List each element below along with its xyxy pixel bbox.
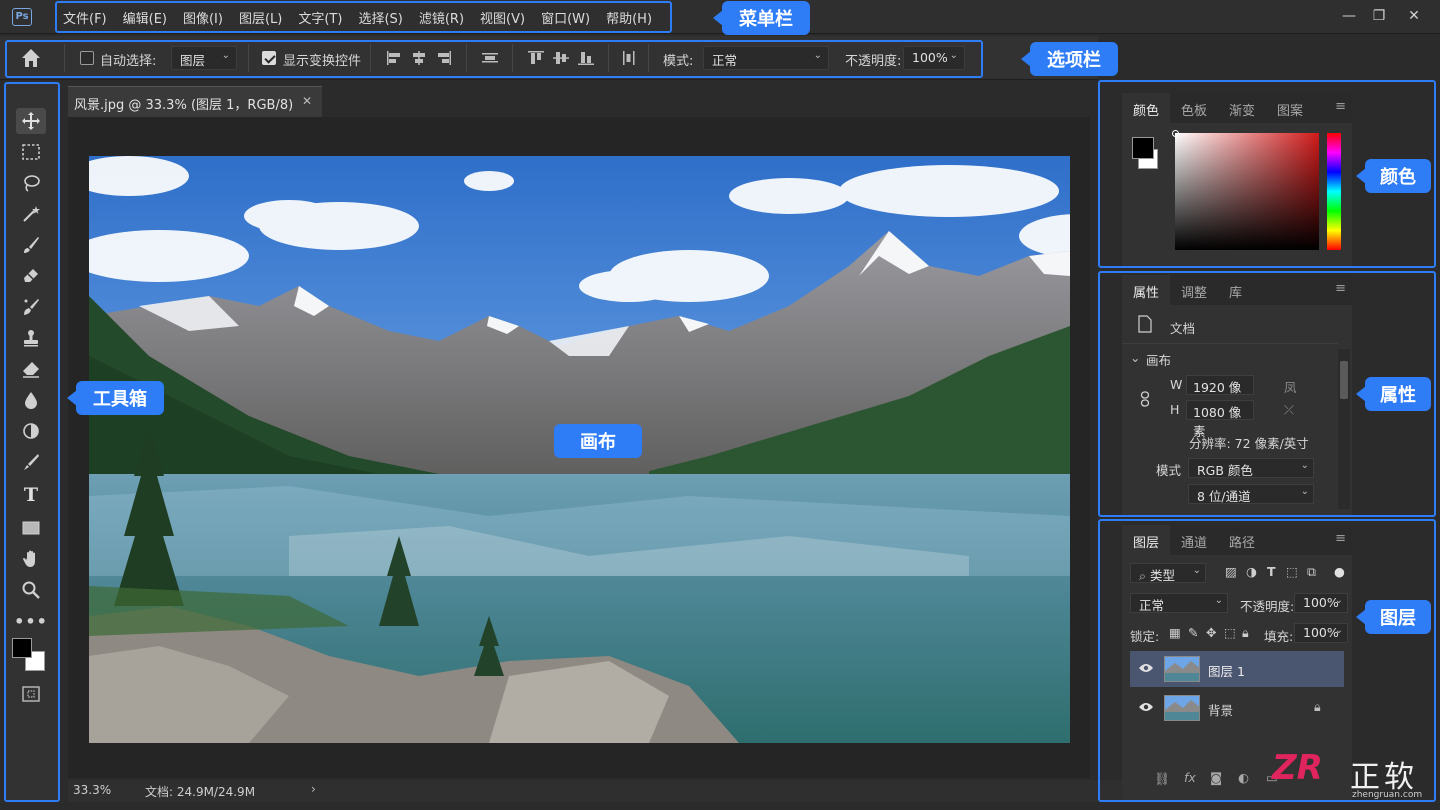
watermark-url: zhengruan.com bbox=[1352, 790, 1423, 800]
minimize-button[interactable]: — bbox=[1332, 4, 1366, 28]
chevron-right-icon[interactable]: › bbox=[311, 782, 316, 796]
toolbox-callout: 工具箱 bbox=[67, 381, 164, 415]
menubar-highlight-frame bbox=[55, 1, 672, 33]
optionsbar-callout: 选项栏 bbox=[1021, 42, 1118, 76]
zoom-level[interactable]: 33.3% bbox=[73, 783, 111, 797]
document-tab-title: 风景.jpg @ 33.3% (图层 1，RGB/8) bbox=[74, 98, 294, 113]
menubar-callout: 菜单栏 bbox=[713, 1, 810, 35]
document-size: 文档: 24.9M/24.9M bbox=[145, 785, 256, 799]
close-tab-icon[interactable]: ✕ bbox=[302, 94, 312, 108]
layers-callout: 图层 bbox=[1356, 600, 1431, 634]
toolbox-highlight-frame bbox=[4, 82, 60, 802]
app-logo-icon: Ps bbox=[12, 8, 32, 26]
color-callout: 颜色 bbox=[1356, 159, 1431, 193]
optionsbar-highlight-frame bbox=[5, 40, 983, 78]
restore-button[interactable]: ❐ bbox=[1362, 4, 1396, 28]
document-tab[interactable]: 风景.jpg @ 33.3% (图层 1，RGB/8) ✕ bbox=[68, 86, 322, 117]
watermark: ZR 正软 zhengruan.com bbox=[1268, 748, 1438, 806]
canvas-callout: 画布 bbox=[554, 424, 642, 458]
watermark-logo: ZR bbox=[1272, 748, 1323, 788]
close-window-button[interactable]: ✕ bbox=[1397, 4, 1431, 28]
properties-callout: 属性 bbox=[1356, 377, 1431, 411]
